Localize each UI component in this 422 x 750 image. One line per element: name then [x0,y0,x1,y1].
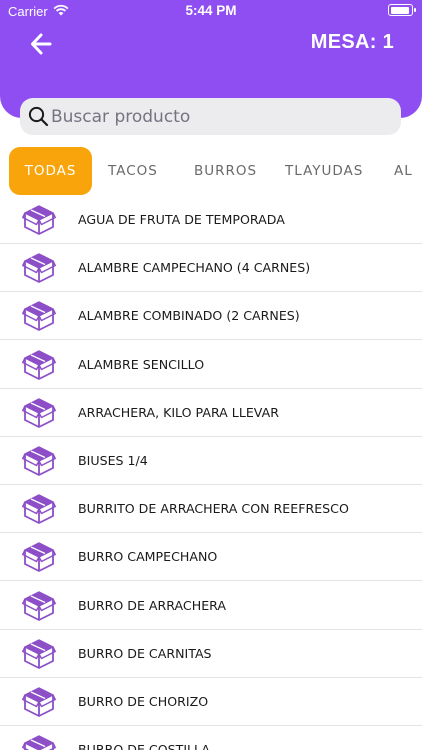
product-name: BIUSES 1/4 [78,453,148,468]
product-name: BURRO DE CHORIZO [78,694,209,709]
arrow-left-icon [31,33,52,55]
table-number-label: MESA: 1 [310,31,394,53]
product-name: ARRACHERA, KILO PARA LLEVAR [78,404,279,420]
product-row[interactable]: BIUSES 1/4 [0,437,422,485]
package-box-icon [22,204,56,236]
package-box-icon [22,493,56,525]
category-tabs: TODAS TACOS BURROS TLAYUDAS AL [0,147,422,195]
product-row[interactable]: BURRO DE COSTILLA [0,726,422,750]
package-box-icon [22,397,56,429]
package-box-icon [22,590,56,622]
product-row[interactable]: ALAMBRE CAMPECHANO (4 CARNES) [0,244,422,293]
package-box-icon [22,349,56,381]
status-bar: Carrier 5:44 PM [0,0,422,22]
package-box-icon [22,686,56,718]
battery-icon [388,4,416,16]
product-row[interactable]: BURRO CAMPECHANO [0,533,422,582]
status-time: 5:44 PM [185,3,237,18]
product-name: BURRO DE COSTILLA [78,742,210,750]
search-input[interactable] [51,98,391,135]
package-box-icon [22,734,56,750]
product-name: BURRO DE ARRACHERA [78,597,227,613]
tab-al[interactable]: AL [380,147,413,195]
product-row[interactable]: AGUA DE FRUTA DE TEMPORADA [0,196,422,244]
tab-burros[interactable]: BURROS [180,147,257,195]
product-name: ALAMBRE CAMPECHANO (4 CARNES) [78,260,311,276]
product-name: AGUA DE FRUTA DE TEMPORADA [78,212,285,227]
product-name: ALAMBRE SENCILLO [78,356,205,372]
package-box-icon [22,638,56,670]
package-box-icon [22,300,56,332]
search-icon [28,106,49,127]
product-row[interactable]: ALAMBRE COMBINADO (2 CARNES) [0,292,422,341]
product-row[interactable]: ARRACHERA, KILO PARA LLEVAR [0,389,422,437]
package-box-icon [22,445,56,477]
product-name: BURRO CAMPECHANO [78,549,218,565]
tab-todas[interactable]: TODAS [9,147,92,195]
tab-tlayudas[interactable]: TLAYUDAS [271,147,363,195]
product-name: BURRITO DE ARRACHERA CON REEFRESCO [78,501,349,517]
product-name: BURRO DE CARNITAS [78,645,212,661]
package-box-icon [22,541,56,573]
search-bar[interactable] [20,98,401,135]
product-name: ALAMBRE COMBINADO (2 CARNES) [78,308,300,324]
back-button[interactable] [28,30,56,58]
product-row[interactable]: BURRO DE CARNITAS [0,630,422,678]
tab-tacos[interactable]: TACOS [94,147,158,195]
product-row[interactable]: BURRO DE ARRACHERA [0,582,422,630]
product-row[interactable]: BURRO DE CHORIZO [0,678,422,726]
product-row[interactable]: ALAMBRE SENCILLO [0,341,422,389]
product-row[interactable]: BURRITO DE ARRACHERA CON REEFRESCO [0,485,422,534]
battery-level-fill [390,6,409,14]
package-box-icon [22,252,56,284]
